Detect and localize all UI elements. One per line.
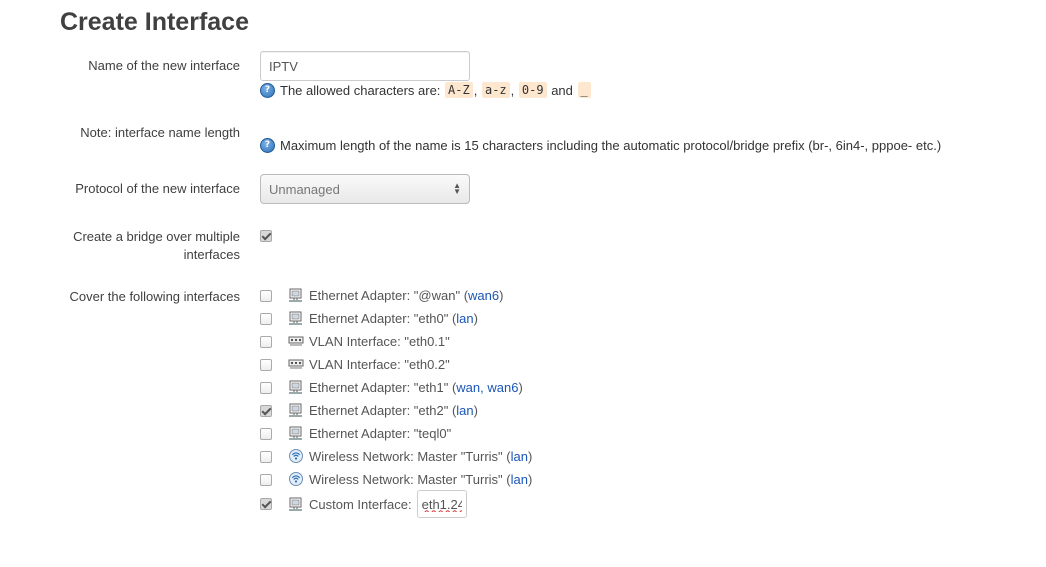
interface-zone-close: ) [499,287,504,303]
allowed-chars-underscore: _ [577,82,591,98]
help-icon: ? [260,82,275,98]
interface-checkbox[interactable] [260,382,272,394]
interface-name: VLAN Interface: "eth0.2" [309,356,450,372]
ethernet-icon [289,497,302,511]
interface-zone-open: ( [502,448,511,464]
interface-name: Ethernet Adapter: "teql0" [309,425,452,441]
interface-zone-link[interactable]: lan [511,449,528,464]
interface-checkbox[interactable] [260,474,272,486]
allowed-prefix: The allowed characters are: [280,82,441,98]
wireless-icon [289,472,303,486]
protocol-select[interactable]: Unmanaged ▲ ▼ [260,174,470,204]
page-title: Create Interface [60,8,249,36]
select-arrows-icon: ▲ ▼ [453,181,461,196]
interface-zone-open: ( [448,310,457,326]
interface-zone-close: ) [473,402,478,418]
bridge-label: Create a bridge over multiple interfaces [40,228,240,264]
interface-checkbox[interactable] [260,313,272,325]
interface-zone-link[interactable]: wan6 [468,288,499,303]
interface-zone-close: ) [527,471,533,487]
interface-item: Ethernet Adapter: "eth1" (wan, wan6) [288,379,523,395]
custom-interface-label: Custom Interface: [309,496,412,512]
name-label: Name of the new interface [88,58,240,73]
interface-name: Ethernet Adapter: "eth0" [309,310,449,326]
interface-checkbox[interactable] [260,428,272,440]
allowed-characters-hint: ? The allowed characters are: A-Z, a-z, … [260,82,592,98]
note-label: Note: interface name length [80,125,240,140]
interface-checkbox[interactable] [260,336,272,348]
protocol-selected-value: Unmanaged [269,181,340,197]
interface-item: Wireless Network: Master "Turris" (lan) [288,448,532,464]
interface-name: Ethernet Adapter: "eth2" [309,402,449,418]
interface-name: Wireless Network: Master "Turris" [309,448,503,464]
interface-zone-close: ) [527,448,533,464]
interface-item: Ethernet Adapter: "eth2" (lan) [288,402,478,418]
bridge-checkbox[interactable] [260,230,272,242]
interface-checkbox[interactable] [260,359,272,371]
interface-zone-link[interactable]: lan [456,311,473,326]
name-length-text: Maximum length of the name is 15 charact… [280,138,942,153]
wireless-icon [289,449,303,463]
interface-name: Ethernet Adapter: "eth1" [309,379,449,395]
interface-item: Ethernet Adapter: "@wan" (wan6) [288,287,503,303]
custom-interface-input[interactable] [416,490,467,518]
vlan-icon [288,336,304,346]
interface-name-input[interactable] [260,51,470,81]
cover-label: Cover the following interfaces [69,289,240,304]
interface-zone-open: ( [448,402,457,418]
allowed-and: and [551,82,573,98]
interface-item: Wireless Network: Master "Turris" (lan) [288,471,532,487]
custom-interface-checkbox[interactable] [260,498,272,510]
ethernet-icon [289,403,302,417]
interface-name: VLAN Interface: "eth0.1" [309,333,450,349]
interface-name: Wireless Network: Master "Turris" [309,471,503,487]
interface-zone-link[interactable]: lan [456,403,473,418]
protocol-label: Protocol of the new interface [75,181,240,196]
bridge-label-line2: interfaces [183,247,240,262]
ethernet-icon [289,311,302,325]
interface-checkbox[interactable] [260,290,272,302]
interface-zone-close: ) [473,310,478,326]
ethernet-icon [289,288,302,302]
interface-item: VLAN Interface: "eth0.2" [288,356,450,372]
interface-item: Ethernet Adapter: "teql0" [288,425,451,441]
interface-zone-open: ( [460,287,469,303]
allowed-chars-lower: a-z [481,82,510,98]
vlan-icon [288,359,304,369]
name-length-hint: ? Maximum length of the name is 15 chara… [260,138,941,153]
allowed-chars-digits: 0-9 [518,82,547,98]
interface-item: Ethernet Adapter: "eth0" (lan) [288,310,478,326]
interface-zone-open: ( [502,471,511,487]
interface-item: VLAN Interface: "eth0.1" [288,333,450,349]
interface-zone-link[interactable]: wan, wan6 [456,380,518,395]
interface-name: Ethernet Adapter: "@wan" [309,287,461,303]
ethernet-icon [289,380,302,394]
allowed-chars-upper: A-Z [445,82,473,98]
ethernet-icon [289,426,302,440]
interface-checkbox[interactable] [260,451,272,463]
help-icon: ? [260,138,275,153]
custom-interface-item: Custom Interface: [288,490,467,518]
interface-checkbox[interactable] [260,405,272,417]
interface-zone-close: ) [518,379,523,395]
interface-zone-link[interactable]: lan [511,472,528,487]
bridge-label-line1: Create a bridge over multiple [73,229,240,244]
